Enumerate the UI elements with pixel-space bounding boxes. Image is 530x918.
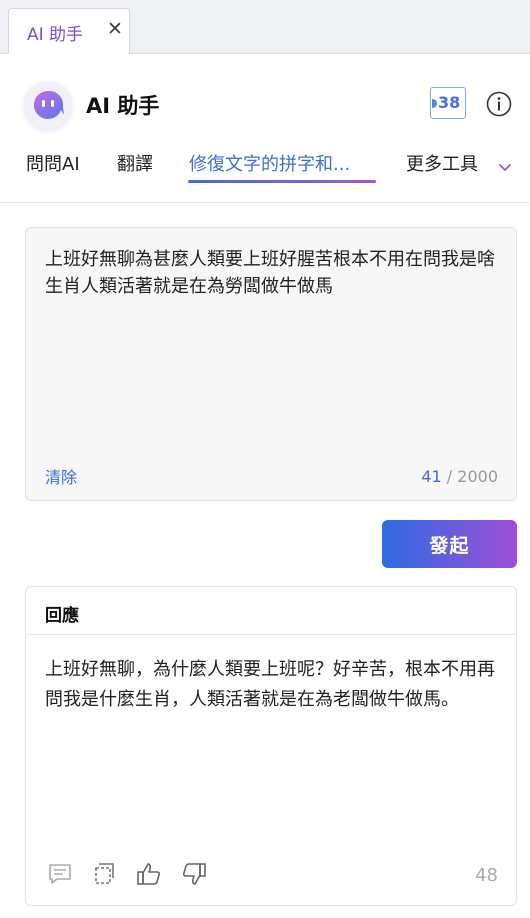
response-card: 回應 上班好無聊，為什麼人類要上班呢？好辛苦，根本不用再問我是什麼生肖，人類活著… bbox=[25, 586, 517, 906]
input-textarea[interactable]: 上班好無聊為甚麼人類要上班好腥苦根本不用在問我是啥生肖人類活著就是在為勞闆做牛做… bbox=[45, 246, 501, 300]
tab-strip: AI 助手 ✕ bbox=[0, 0, 530, 54]
response-text: 上班好無聊，為什麼人類要上班呢？好辛苦，根本不用再問我是什麼生肖，人類活著就是在… bbox=[45, 659, 495, 710]
tab-fix-spelling[interactable]: 修復文字的拼字和... bbox=[189, 150, 350, 176]
tab-title: AI 助手 bbox=[27, 25, 84, 45]
credit-count: 38 bbox=[438, 93, 461, 112]
response-title: 回應 bbox=[45, 606, 79, 626]
thumbs-up-icon[interactable] bbox=[136, 861, 162, 887]
send-button[interactable]: 發起 bbox=[382, 520, 517, 568]
clear-button[interactable]: 清除 bbox=[45, 464, 77, 488]
close-icon[interactable]: ✕ bbox=[107, 19, 123, 39]
credit-dot-icon bbox=[432, 99, 437, 108]
copy-icon[interactable] bbox=[92, 861, 118, 887]
char-count-max: / 2000 bbox=[446, 467, 498, 486]
robot-face-icon bbox=[24, 81, 72, 129]
tab-translate[interactable]: 翻譯 bbox=[117, 150, 153, 176]
tab-more-tools[interactable]: 更多工具 bbox=[406, 150, 478, 176]
info-icon[interactable] bbox=[486, 91, 512, 117]
chevron-down-icon[interactable] bbox=[498, 158, 512, 177]
input-card: 上班好無聊為甚麼人類要上班好腥苦根本不用在問我是啥生肖人類活著就是在為勞闆做牛做… bbox=[25, 227, 517, 501]
response-char-count: 48 bbox=[475, 865, 498, 886]
char-count-used: 41 bbox=[421, 467, 442, 486]
credit-badge[interactable]: 38 bbox=[430, 87, 466, 119]
divider bbox=[0, 202, 530, 203]
active-tab-indicator bbox=[188, 180, 376, 183]
comment-icon[interactable] bbox=[47, 861, 73, 887]
char-counter: 41 / 2000 bbox=[421, 467, 498, 486]
tab-ask-ai[interactable]: 問問AI bbox=[26, 150, 80, 176]
response-header: 回應 bbox=[26, 587, 516, 635]
thumbs-down-icon[interactable] bbox=[181, 861, 207, 887]
app-title: AI 助手 bbox=[86, 94, 160, 118]
tab-ai-assistant[interactable]: AI 助手 ✕ bbox=[8, 8, 130, 54]
